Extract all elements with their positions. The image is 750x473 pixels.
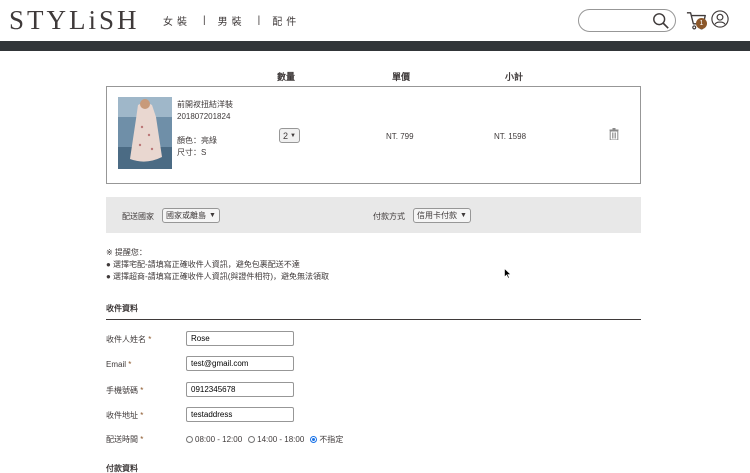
nav-separator: |	[203, 15, 206, 26]
recipient-section-title: 收件資料	[106, 304, 138, 313]
shipping-country-select[interactable]: 國家或離島 ▼	[162, 208, 220, 223]
notice-line: ● 選擇超商-請填寫正確收件人資訊(與證件相符)，避免無法領取	[106, 272, 330, 281]
cart-item-list: 前開衩扭結洋裝 201807201824 顏色：亮綠 尺寸：S 2 ▼ NT. …	[106, 86, 641, 184]
product-name: 前開衩扭結洋裝	[177, 100, 233, 109]
recipient-name-label: 收件人姓名 *	[106, 335, 152, 344]
shipping-country-label: 配送國家	[122, 212, 154, 221]
main-nav: 女裝 | 男裝 | 配件	[163, 13, 300, 28]
chevron-down-icon: ▼	[290, 132, 296, 139]
radio-button[interactable]	[248, 436, 256, 443]
nav-men[interactable]: 男裝	[218, 13, 246, 28]
product-id: 201807201824	[177, 112, 231, 121]
email-label: Email *	[106, 360, 132, 369]
col-header-subtotal: 小計	[505, 72, 524, 82]
recipient-name-input[interactable]	[186, 331, 294, 346]
payment-method-select[interactable]: 信用卡付款 ▼	[413, 208, 471, 223]
header-divider-bar	[0, 41, 750, 51]
delivery-time-label: 配送時間 *	[106, 435, 144, 444]
search-icon[interactable]	[652, 12, 670, 30]
unit-price: NT. 799	[386, 132, 414, 141]
chevron-down-icon: ▼	[460, 212, 467, 219]
chevron-down-icon: ▼	[209, 212, 216, 219]
phone-input[interactable]	[186, 382, 294, 397]
quantity-value: 2	[283, 130, 289, 141]
phone-label: 手機號碼 *	[106, 386, 144, 395]
reminder-notice: ※ 提醒您： ● 選擇宅配-請填寫正確收件人資訊，避免包裹配送不達 ● 選擇超商…	[106, 247, 329, 283]
radio-button-selected[interactable]	[310, 436, 318, 443]
col-header-unit-price: 單價	[392, 72, 411, 82]
nav-accessories[interactable]: 配件	[272, 13, 300, 28]
trash-icon[interactable]	[609, 128, 619, 140]
radio-button[interactable]	[186, 436, 193, 443]
delivery-time-any[interactable]: 不指定	[310, 434, 343, 445]
payment-method-label: 付款方式	[373, 212, 405, 221]
address-label: 收件地址 *	[106, 411, 144, 420]
col-header-quantity: 數量	[277, 72, 296, 82]
product-image[interactable]	[118, 97, 172, 169]
product-size: 尺寸：S	[177, 148, 207, 157]
payment-method-value: 信用卡付款	[417, 211, 457, 220]
item-subtotal: NT. 1598	[494, 132, 527, 141]
search-box[interactable]	[578, 9, 676, 32]
product-info: 前開衩扭結洋裝 201807201824 顏色：亮綠 尺寸：S	[177, 99, 233, 159]
delivery-time-options: 08:00 - 12:00 14:00 - 18:00 不指定	[186, 434, 349, 445]
mouse-cursor-icon	[504, 268, 512, 279]
notice-title: ※ 提醒您：	[106, 248, 147, 257]
payment-section-title: 付款資料	[106, 464, 138, 473]
product-color: 顏色：亮綠	[177, 136, 217, 145]
shipping-country-value: 國家或離島	[166, 211, 206, 220]
quantity-select[interactable]: 2 ▼	[279, 128, 300, 143]
nav-women[interactable]: 女裝	[163, 13, 191, 28]
notice-line: ● 選擇宅配-請填寫正確收件人資訊，避免包裹配送不達	[106, 260, 300, 269]
cart-count-badge: 1	[696, 18, 707, 29]
member-icon[interactable]	[711, 10, 729, 28]
delivery-time-afternoon[interactable]: 14:00 - 18:00	[248, 435, 304, 444]
address-input[interactable]	[186, 407, 294, 422]
site-header: STYLiSH 女裝 | 男裝 | 配件 1	[0, 0, 750, 41]
search-input[interactable]	[587, 10, 657, 31]
email-input[interactable]	[186, 356, 294, 371]
nav-separator: |	[257, 15, 261, 26]
site-logo[interactable]: STYLiSH	[9, 5, 140, 36]
delivery-time-morning[interactable]: 08:00 - 12:00	[186, 435, 242, 444]
section-divider	[106, 319, 641, 320]
shipping-payment-bar: 配送國家 國家或離島 ▼ 付款方式 信用卡付款 ▼	[106, 197, 641, 233]
